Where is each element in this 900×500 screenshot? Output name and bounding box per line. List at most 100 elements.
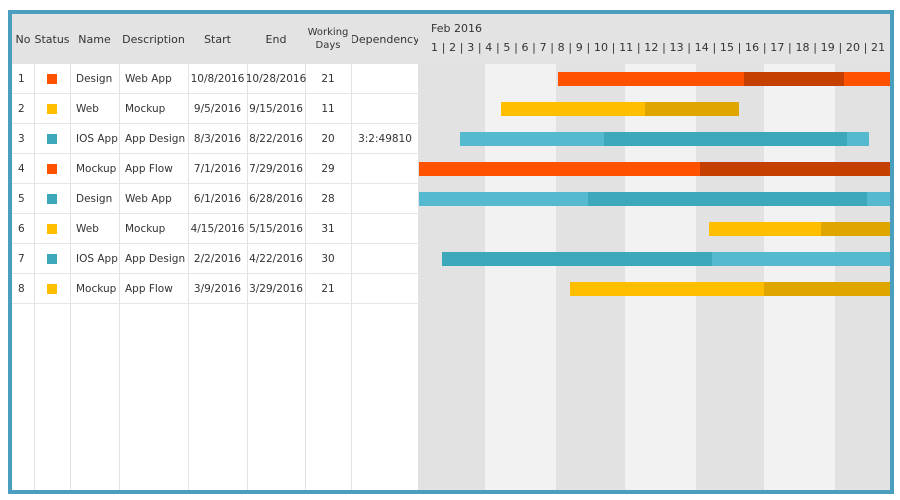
status-indicator: [34, 214, 70, 243]
status-square: [47, 283, 57, 294]
column-header-status[interactable]: Status: [34, 14, 70, 64]
task-working-days: 11: [321, 102, 335, 115]
task-start-date: 8/3/2016: [193, 132, 242, 145]
timeline-day-bands: [419, 64, 890, 490]
task-start-date: 7/1/2016: [193, 162, 242, 175]
status-indicator: [34, 184, 70, 213]
gantt-bar-segment[interactable]: [569, 282, 765, 296]
gantt-chart-frame: No Status Name Description Start End Wor…: [8, 10, 894, 494]
task-dependency: 3:2:49810: [358, 132, 412, 145]
task-name: Design: [76, 72, 113, 85]
column-header-start[interactable]: Start: [188, 14, 247, 64]
task-description: App Flow: [125, 162, 173, 175]
task-working-days: 21: [321, 72, 335, 85]
task-start-date: 9/5/2016: [193, 102, 242, 115]
timeline-band: [764, 64, 836, 490]
column-header-description[interactable]: Description: [119, 14, 188, 64]
status-square: [47, 73, 57, 84]
gantt-bar-segment[interactable]: [441, 252, 712, 266]
table-row[interactable]: 8 Mockup App Flow 3/9/2016 3/29/2016 21: [12, 274, 419, 304]
gantt-bar-segment[interactable]: [711, 252, 890, 266]
timeline-day-ticks: 1 | 2 | 3 | 4 | 5 | 6 | 7 | 8 | 9 | 10 |…: [431, 41, 886, 54]
task-end-date: 9/15/2016: [249, 102, 303, 115]
table-row[interactable]: 5 Design Web App 6/1/2016 6/28/2016 28: [12, 184, 419, 214]
task-working-days: 29: [321, 162, 335, 175]
gantt-bar-segment[interactable]: [419, 192, 589, 206]
task-description: Web App: [125, 72, 172, 85]
table-row[interactable]: 7 IOS App App Design 2/2/2016 4/22/2016 …: [12, 244, 419, 274]
task-start-date: 2/2/2016: [193, 252, 242, 265]
status-indicator: [34, 244, 70, 273]
status-square: [47, 103, 57, 114]
gantt-bar-segment[interactable]: [700, 162, 890, 176]
table-row[interactable]: 2 Web Mockup 9/5/2016 9/15/2016 11: [12, 94, 419, 124]
gantt-timeline: Feb 2016 1 | 2 | 3 | 4 | 5 | 6 | 7 | 8 |…: [419, 14, 890, 490]
gantt-bar-segment[interactable]: [558, 72, 744, 86]
table-row[interactable]: 1 Design Web App 10/8/2016 10/28/2016 21: [12, 64, 419, 94]
status-indicator: [34, 94, 70, 123]
task-dependency: [351, 94, 419, 123]
gantt-bar-segment[interactable]: [501, 102, 646, 116]
task-start-date: 10/8/2016: [190, 72, 245, 85]
row-number: 1: [18, 72, 25, 85]
gantt-bar-segment[interactable]: [821, 222, 890, 236]
gantt-bar-segment[interactable]: [844, 72, 890, 86]
status-square: [47, 163, 57, 174]
task-end-date: 3/29/2016: [249, 282, 303, 295]
task-name: Mockup: [76, 282, 117, 295]
gantt-bar-segment[interactable]: [867, 192, 890, 206]
table-row[interactable]: 3 IOS App App Design 8/3/2016 8/22/2016 …: [12, 124, 419, 154]
task-end-date: 10/28/2016: [245, 72, 307, 85]
task-dependency: [351, 64, 419, 93]
task-name: Design: [76, 192, 113, 205]
row-number: 4: [18, 162, 25, 175]
column-header-working-days[interactable]: Working Days: [305, 14, 351, 64]
task-working-days: 31: [321, 222, 335, 235]
gantt-bar-segment[interactable]: [846, 132, 870, 146]
task-start-date: 4/15/2016: [190, 222, 245, 235]
gantt-bar-segment[interactable]: [645, 102, 740, 116]
row-number: 6: [18, 222, 25, 235]
gantt-bar-segment[interactable]: [709, 222, 822, 236]
table-row[interactable]: 4 Mockup App Flow 7/1/2016 7/29/2016 29: [12, 154, 419, 184]
task-working-days: 28: [321, 192, 335, 205]
gantt-bar-segment[interactable]: [743, 72, 845, 86]
row-number: 3: [18, 132, 25, 145]
task-end-date: 4/22/2016: [249, 252, 303, 265]
task-working-days: 21: [321, 282, 335, 295]
task-dependency: [351, 214, 419, 243]
timeline-band: [556, 64, 625, 490]
timeline-band: [624, 64, 696, 490]
task-description: Mockup: [125, 222, 166, 235]
status-square: [47, 253, 57, 264]
task-working-days: 20: [321, 132, 335, 145]
status-indicator: [34, 154, 70, 183]
row-number: 5: [18, 192, 25, 205]
task-dependency: [351, 154, 419, 183]
timeline-band: [419, 64, 486, 490]
timeline-band: [835, 64, 890, 490]
task-name: IOS App: [76, 132, 118, 145]
column-header-no[interactable]: No: [12, 14, 34, 64]
gantt-bar-segment[interactable]: [460, 132, 605, 146]
gantt-bar-segment[interactable]: [764, 282, 890, 296]
gantt-bar-segment[interactable]: [604, 132, 847, 146]
status-square: [47, 133, 57, 144]
gantt-bar-segment[interactable]: [588, 192, 868, 206]
task-end-date: 7/29/2016: [249, 162, 303, 175]
column-header-end[interactable]: End: [247, 14, 305, 64]
column-header-name[interactable]: Name: [70, 14, 119, 64]
table-row[interactable]: 6 Web Mockup 4/15/2016 5/15/2016 31: [12, 214, 419, 244]
status-indicator: [34, 274, 70, 303]
timeline-band: [485, 64, 557, 490]
task-description: App Flow: [125, 282, 173, 295]
task-description: App Design: [125, 252, 186, 265]
column-header-dependency[interactable]: Dependency: [350, 14, 419, 64]
task-start-date: 3/9/2016: [193, 282, 242, 295]
row-number: 7: [18, 252, 25, 265]
gantt-bar-segment[interactable]: [419, 162, 701, 176]
status-square: [47, 223, 57, 234]
timeline-month-label: Feb 2016: [431, 22, 482, 35]
status-indicator: [34, 64, 70, 93]
task-description: Web App: [125, 192, 172, 205]
